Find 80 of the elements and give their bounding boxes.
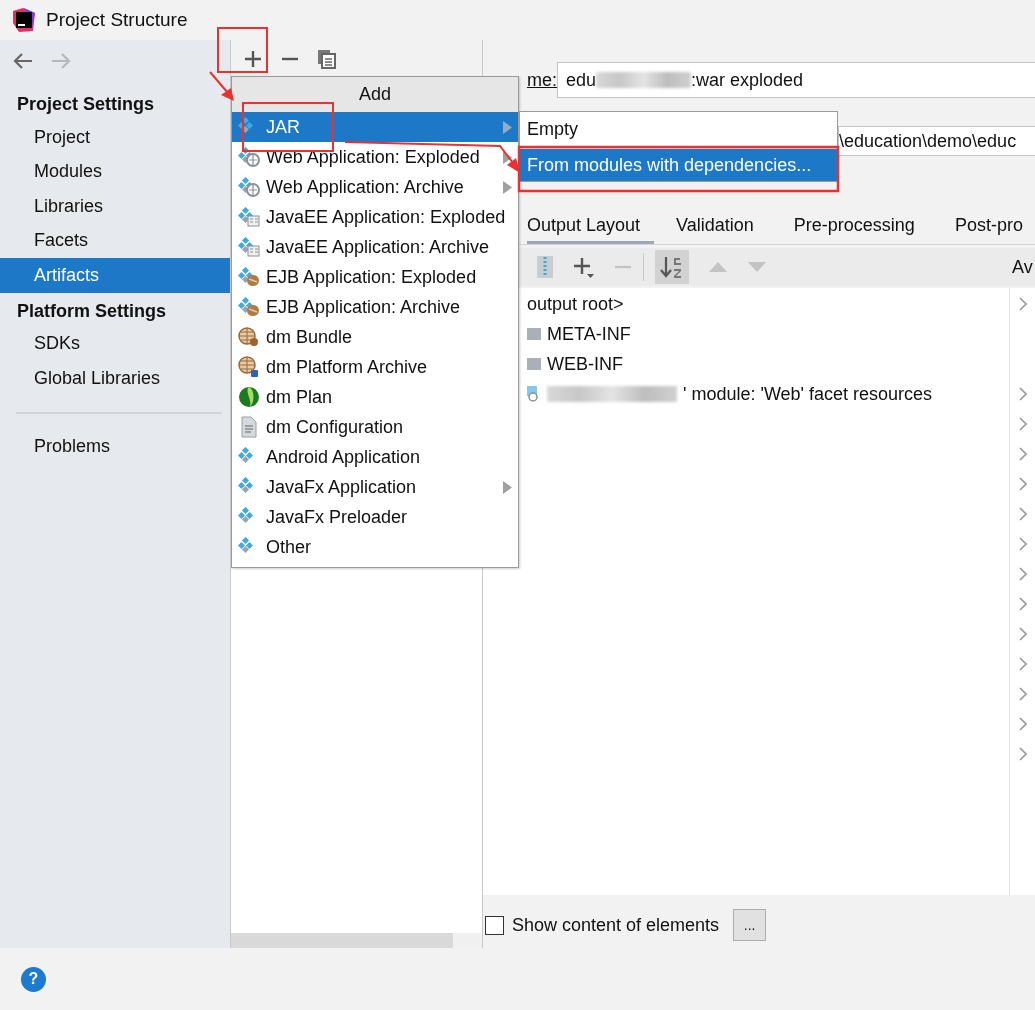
- menu-item[interactable]: JavaFx Application: [232, 472, 518, 502]
- document-stack-icon: [238, 207, 260, 227]
- menu-item[interactable]: Web Application: Archive: [232, 172, 518, 202]
- add-icon[interactable]: [573, 255, 595, 279]
- menu-item[interactable]: dm Configuration: [232, 412, 518, 442]
- chevron-right-icon[interactable]: [1018, 297, 1027, 311]
- chevron-right-icon[interactable]: [1018, 747, 1027, 761]
- menu-title: Add: [232, 77, 518, 112]
- document-stack-icon: [238, 237, 260, 257]
- annotation-arrow: [209, 71, 234, 101]
- sidebar-item[interactable]: Artifacts: [0, 258, 230, 293]
- menu-item[interactable]: EJB Application: Exploded: [232, 262, 518, 292]
- sidebar-item[interactable]: Facets: [0, 223, 230, 258]
- tree-item[interactable]: META-INF: [547, 323, 631, 345]
- more-button[interactable]: ...: [733, 909, 767, 941]
- chevron-right-icon[interactable]: [1018, 567, 1027, 581]
- chevron-right-icon[interactable]: [1018, 417, 1027, 431]
- folder-icon: [527, 357, 541, 371]
- section-header: Platform Settings: [16, 299, 168, 323]
- menu-item[interactable]: Android Application: [232, 442, 518, 472]
- menu-item[interactable]: dm Platform Archive: [232, 352, 518, 382]
- sidebar-item[interactable]: Project: [0, 120, 230, 155]
- panel-title: Av: [1012, 256, 1033, 278]
- menu-item[interactable]: JavaEE Application: Exploded: [232, 202, 518, 232]
- menu-item[interactable]: dm Bundle: [232, 322, 518, 352]
- facet-icon: [527, 386, 541, 402]
- globe-icon: [238, 177, 260, 197]
- menu-item[interactable]: Empty: [520, 112, 837, 146]
- help-button[interactable]: ?: [21, 966, 46, 992]
- chevron-right-icon[interactable]: [1018, 507, 1027, 521]
- tab[interactable]: Output Layout: [527, 210, 655, 244]
- document-icon: [240, 416, 258, 438]
- chevron-right-icon[interactable]: [1018, 537, 1027, 551]
- menu-item[interactable]: From modules with dependencies...: [520, 146, 837, 181]
- back-arrow-icon[interactable]: [12, 52, 34, 70]
- checkbox[interactable]: [485, 915, 504, 935]
- tree-item[interactable]: ' module: 'Web' facet resources: [683, 383, 933, 405]
- menu-item[interactable]: Other: [232, 532, 518, 562]
- checkbox-label[interactable]: Show content of elements: [512, 914, 720, 936]
- globe-icon: [238, 356, 260, 378]
- sidebar-item[interactable]: Libraries: [0, 189, 230, 224]
- tab[interactable]: Pre-processing: [775, 210, 933, 244]
- chevron-right-icon[interactable]: [1018, 387, 1027, 401]
- sidebar-item[interactable]: Modules: [0, 154, 230, 189]
- menu-item[interactable]: JAR: [232, 112, 518, 142]
- tree-item[interactable]: output root>: [527, 293, 624, 315]
- annotation-box: [217, 27, 268, 73]
- section-header: Project Settings: [16, 93, 156, 116]
- folder-icon: [527, 327, 541, 341]
- sidebar-item[interactable]: SDKs: [0, 326, 230, 361]
- add-icon[interactable]: [243, 49, 263, 69]
- sidebar-item[interactable]: Global Libraries: [0, 361, 230, 396]
- sidebar-item[interactable]: Problems: [0, 429, 230, 464]
- bean-icon: [238, 267, 260, 287]
- window-title: Project Structure: [46, 9, 188, 31]
- copy-icon[interactable]: [317, 49, 337, 69]
- menu-item[interactable]: JavaEE Application: Archive: [232, 232, 518, 262]
- globe-icon: [238, 327, 260, 347]
- sort-icon[interactable]: [655, 250, 689, 284]
- chevron-right-icon[interactable]: [1018, 597, 1027, 611]
- menu-item[interactable]: EJB Application: Archive: [232, 292, 518, 322]
- menu-item[interactable]: dm Plan: [232, 382, 518, 412]
- chevron-right-icon[interactable]: [1018, 627, 1027, 641]
- leaf-ball-icon: [238, 386, 260, 408]
- menu-item[interactable]: JavaFx Preloader: [232, 502, 518, 532]
- globe-icon: [238, 147, 260, 167]
- chevron-right-icon[interactable]: [1018, 447, 1027, 461]
- name-field[interactable]: edu :war exploded: [557, 62, 1035, 98]
- bean-icon: [238, 297, 260, 317]
- archive-icon[interactable]: [536, 255, 554, 279]
- chevron-right-icon[interactable]: [1018, 717, 1027, 731]
- tree-item[interactable]: WEB-INF: [547, 353, 623, 375]
- app-logo-icon: [12, 7, 36, 33]
- tab[interactable]: Validation: [658, 210, 772, 244]
- tab[interactable]: Post-pro: [936, 210, 1035, 244]
- chevron-right-icon[interactable]: [1018, 657, 1027, 671]
- chevron-right-icon[interactable]: [1018, 687, 1027, 701]
- output-directory-field[interactable]: \education\demo\educ: [838, 126, 1035, 156]
- chevron-right-icon[interactable]: [1018, 477, 1027, 491]
- field-label: me:: [527, 69, 557, 91]
